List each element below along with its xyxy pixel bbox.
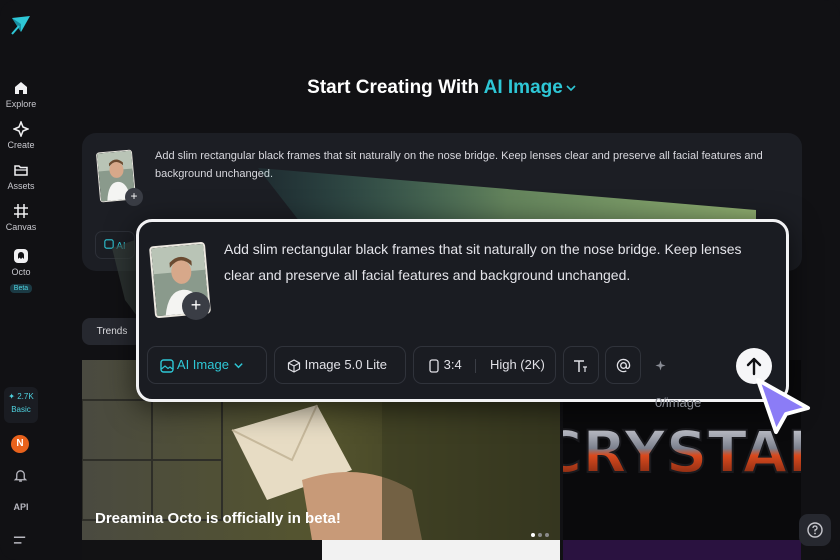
add-image-button[interactable]: + (125, 188, 143, 206)
banner-caption: Dreamina Octo is officially in beta! (95, 510, 341, 527)
gallery-item[interactable] (563, 540, 801, 560)
octo-icon (14, 249, 28, 263)
ratio-quality-dropdown[interactable]: 3:4 High (2K) (413, 346, 556, 384)
model-label: Image 5.0 Lite (304, 357, 388, 372)
title-accent: AI Image (483, 77, 563, 98)
sidebar-item-label: Explore (5, 99, 37, 109)
sparkle-icon (13, 121, 29, 137)
text-icon (574, 359, 587, 372)
bell-icon[interactable] (13, 468, 28, 483)
image-icon (104, 239, 114, 249)
aspect-ratio-icon (429, 358, 439, 373)
sidebar-item-label: Create (7, 140, 35, 150)
cube-icon (287, 358, 301, 373)
model-dropdown[interactable]: Image 5.0 Lite (274, 346, 406, 384)
sidebar-item-label: Octo (11, 267, 31, 277)
folder-icon (14, 165, 28, 176)
add-image-button[interactable]: + (182, 292, 210, 320)
gallery-item[interactable] (82, 540, 322, 560)
model-selector[interactable]: AI Image (484, 77, 577, 98)
sidebar-item-label: Canvas (5, 222, 37, 232)
chevron-down-icon (233, 363, 243, 369)
mode-dropdown[interactable]: AI Image (147, 346, 267, 384)
mode-label: AI Image (176, 357, 229, 372)
at-icon (616, 358, 630, 373)
credits-badge[interactable]: ✦ 2.7K Basic (4, 387, 38, 423)
api-link[interactable]: API (0, 502, 42, 512)
zoomed-prompt-card: + Add slim rectangular black frames that… (136, 219, 789, 410)
page-title: Start Creating With AI Image (0, 77, 840, 99)
title-prefix: Start Creating With (307, 77, 480, 98)
sidebar-item-assets[interactable]: Assets (0, 162, 42, 191)
image-icon (160, 358, 174, 373)
credit-cost: 0/image (655, 346, 701, 410)
canvas-icon (14, 204, 28, 218)
ratio-label: 3:4 (443, 357, 462, 372)
plan-label: Basic (11, 405, 31, 414)
credits-value: 2.7K (17, 392, 34, 401)
quality-label: High (2K) (489, 357, 545, 372)
prompt-text[interactable]: Add slim rectangular black frames that s… (155, 147, 790, 183)
ai-image-mode-button[interactable]: AI (95, 231, 135, 259)
help-icon (807, 522, 823, 538)
gallery-item[interactable] (322, 540, 560, 560)
avatar[interactable]: N (11, 435, 29, 453)
sidebar-item-canvas[interactable]: Canvas (0, 203, 42, 232)
sparkle-icon (655, 360, 666, 371)
sidebar-item-octo[interactable]: Octo Beta (0, 248, 42, 295)
tab-trends[interactable]: Trends (82, 318, 142, 345)
sidebar-item-create[interactable]: Create (0, 121, 42, 150)
sidebar-item-label: Assets (7, 181, 35, 191)
help-button[interactable] (799, 514, 831, 546)
menu-icon[interactable] (13, 534, 28, 546)
chevron-down-icon (566, 85, 576, 92)
logo-icon[interactable] (10, 14, 32, 36)
carousel-dots[interactable] (528, 524, 549, 540)
prompt-text[interactable]: Add slim rectangular black frames that s… (224, 236, 774, 288)
ai-button-label: AI (116, 241, 126, 252)
app-window: Explore Create Assets Canvas Octo Beta ✦… (0, 0, 840, 560)
text-style-button[interactable] (563, 346, 599, 384)
credit-cost-label: 0/image (655, 395, 702, 410)
mouse-cursor-icon (756, 378, 810, 434)
mention-button[interactable] (605, 346, 641, 384)
credits-amount: ✦ 2.7K (8, 392, 34, 401)
beta-badge: Beta (9, 284, 33, 293)
